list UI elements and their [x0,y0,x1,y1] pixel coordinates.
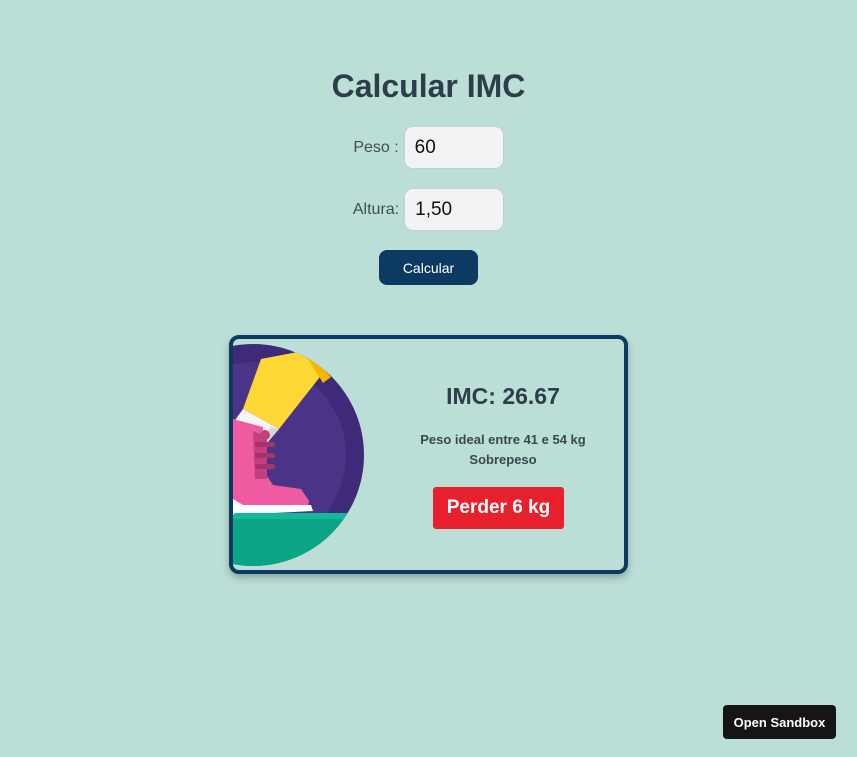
peso-input[interactable] [403,126,504,169]
weight-action-badge: Perder 6 kg [433,487,564,529]
walking-shoe-illustration-icon [233,344,364,566]
weight-status-text: Sobrepeso [469,452,537,467]
peso-row: Peso : [0,126,857,169]
imc-value: IMC: 26.67 [446,383,560,409]
altura-row: Altura: [0,188,857,231]
open-sandbox-button[interactable]: Open Sandbox [723,705,836,739]
result-card: IMC: 26.67 Peso ideal entre 41 e 54 kg S… [229,335,628,574]
altura-label: Altura: [352,200,400,218]
altura-input[interactable] [404,188,505,231]
calcular-button[interactable]: Calcular [379,250,478,285]
peso-label: Peso : [353,138,399,156]
ideal-weight-text: Peso ideal entre 41 e 54 kg [420,432,586,447]
page-title: Calcular IMC [331,68,526,104]
